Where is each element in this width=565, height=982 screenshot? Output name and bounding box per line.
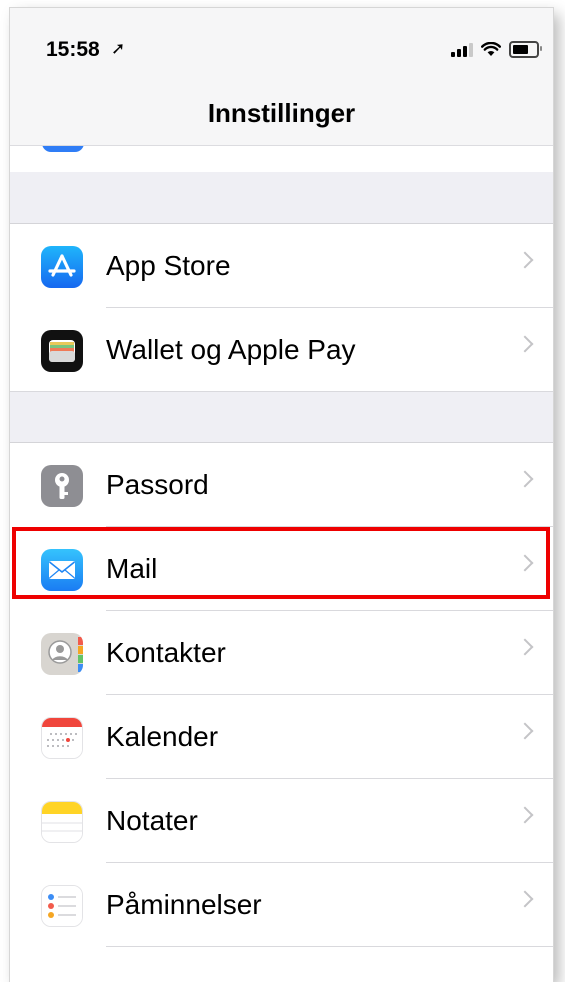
key-icon <box>41 465 83 507</box>
section-gap <box>10 172 553 224</box>
app-store-icon <box>41 246 83 288</box>
settings-row-label: Notater <box>106 805 198 836</box>
settings-row-label: App Store <box>106 250 231 281</box>
mail-icon <box>41 549 83 591</box>
chevron-right-icon <box>516 470 534 488</box>
calendar-icon <box>41 717 83 759</box>
settings-row-app-store[interactable]: App Store <box>10 224 553 308</box>
settings-row-label: Wallet og Apple Pay <box>106 334 356 365</box>
settings-row-passwords[interactable]: Passord <box>10 443 553 527</box>
settings-row-label: Kontakter <box>106 637 226 668</box>
contacts-icon <box>41 633 83 675</box>
chevron-right-icon <box>516 806 534 824</box>
settings-row-wallet[interactable]: Wallet og Apple Pay <box>10 308 553 392</box>
settings-row-contacts[interactable]: Kontakter <box>10 611 553 695</box>
wifi-icon <box>481 42 501 56</box>
notes-icon <box>41 801 83 843</box>
status-icons <box>451 41 542 58</box>
settings-row-calendar[interactable]: Kalender <box>10 695 553 779</box>
navigation-header: 15:58 ➚ Innstillinger <box>10 8 553 146</box>
battery-icon <box>509 41 542 58</box>
chevron-right-icon <box>516 722 534 740</box>
location-arrow-icon: ➚ <box>111 39 126 58</box>
phone-screen: 15:58 ➚ Innstillinger App Store Wallet o… <box>10 8 553 982</box>
chevron-right-icon <box>516 554 534 572</box>
chevron-right-icon <box>516 890 534 908</box>
settings-row-label: Kalender <box>106 721 219 752</box>
settings-row-label: Påminnelser <box>106 889 262 920</box>
settings-row-notes[interactable]: Notater <box>10 779 553 863</box>
reminders-icon <box>41 885 83 927</box>
settings-row-label: Passord <box>106 469 209 500</box>
settings-row-mail[interactable]: Mail <box>10 527 553 611</box>
status-time: 15:58 <box>46 38 100 61</box>
chevron-right-icon <box>516 638 534 656</box>
chevron-right-icon <box>516 251 534 269</box>
page-title: Innstillinger <box>207 98 356 128</box>
section-gap <box>10 392 553 443</box>
settings-row-label: Mail <box>106 553 158 584</box>
settings-row-reminders[interactable]: Påminnelser <box>10 863 553 947</box>
cellular-signal-icon <box>451 42 473 57</box>
chevron-right-icon <box>516 335 534 353</box>
wallet-icon <box>41 330 83 372</box>
